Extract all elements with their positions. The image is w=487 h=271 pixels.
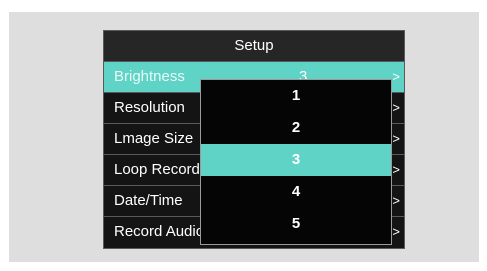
- dropdown-option-2[interactable]: 2: [201, 112, 391, 144]
- menu-item-label: Record Audio: [114, 223, 205, 240]
- dropdown-option-1[interactable]: 1: [201, 80, 391, 112]
- chevron-right-icon: >: [392, 162, 400, 177]
- chevron-right-icon: >: [392, 193, 400, 208]
- chevron-right-icon: >: [392, 69, 400, 84]
- chevron-right-icon: >: [392, 131, 400, 146]
- dropdown-option-5[interactable]: 5: [201, 208, 391, 240]
- chevron-right-icon: >: [392, 100, 400, 115]
- chevron-right-icon: >: [392, 224, 400, 239]
- dropdown-option-4[interactable]: 4: [201, 176, 391, 208]
- menu-item-label: Lmage Size: [114, 130, 194, 147]
- menu-title: Setup: [104, 31, 404, 62]
- dropdown-option-3[interactable]: 3: [201, 144, 391, 176]
- menu-item-label: Resolution: [114, 99, 185, 116]
- menu-item-label: Date/Time: [114, 192, 183, 209]
- menu-item-label: Brightness: [114, 68, 185, 85]
- brightness-dropdown: 1 2 3 4 5: [200, 79, 392, 245]
